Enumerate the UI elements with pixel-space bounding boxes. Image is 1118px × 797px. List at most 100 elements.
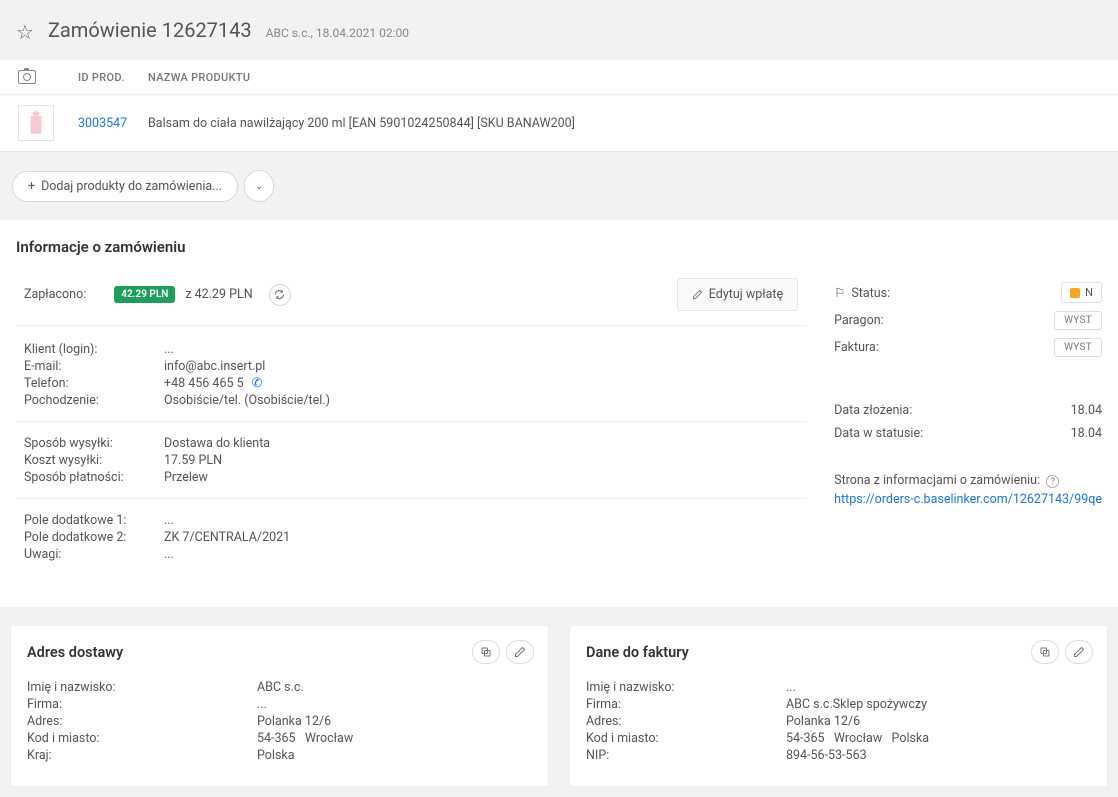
origin-label: Pochodzenie: [24,393,164,408]
notes-label: Uwagi: [24,547,164,562]
payment-method-label: Sposób płatności: [24,470,164,485]
da-company-label: Firma: [27,697,257,712]
date-status-value: 18.04 [1071,426,1102,441]
edit-payment-button[interactable]: Edytuj wpłatę [677,278,798,311]
edit-button[interactable] [506,640,534,664]
help-icon[interactable]: ? [1046,475,1059,488]
da-address-label: Adres: [27,714,257,729]
paid-total: z 42.29 PLN [185,287,252,302]
paid-label: Zapłacono: [24,287,86,302]
da-zipcity-value: 54-365 Wrocław [257,731,353,746]
iv-nip-label: NIP: [586,748,786,763]
da-company-value: ... [257,697,267,712]
refresh-icon [274,289,285,300]
extra1-value: ... [164,513,798,528]
email-value: info@abc.insert.pl [164,359,798,374]
product-name: Balsam do ciała nawilżający 200 ml [EAN … [148,116,1100,131]
invoice-issue-button[interactable]: WYST [1054,338,1102,357]
product-thumb[interactable] [18,105,54,141]
delivery-card-title: Adres dostawy [27,644,532,661]
copy-button[interactable] [472,640,500,664]
phone-label: Telefon: [24,376,164,391]
iv-nip-value: 894-56-53-563 [786,748,867,763]
iv-zipcity-label: Kod i miasto: [586,731,786,746]
client-info-block: Klient (login):... E-mail:info@abc.inser… [16,336,806,422]
info-page-link[interactable]: https://orders-c.baselinker.com/12627143… [834,492,1102,507]
info-page-label: Strona z informacjami o zamówieniu: [834,473,1040,488]
extra2-value: ZK 7/CENTRALA/2021 [164,530,798,545]
origin-value: Osobiście/tel. (Osobiście/tel.) [164,393,798,408]
status-badge[interactable]: N [1061,282,1102,303]
add-products-button[interactable]: + Dodaj produkty do zamówienia... [12,171,238,202]
invoice-card-title: Dane do faktury [586,644,1091,661]
copy-icon [1039,646,1051,658]
invoice-data-card: Dane do faktury Imię i nazwisko:... Firm… [569,625,1108,787]
col-header-id: ID PROD. [78,71,148,84]
pencil-icon [514,646,526,658]
iv-address-value: Polanka 12/6 [786,714,860,729]
section-title-order-info: Informacje o zamówieniu [16,238,1102,256]
order-info-section: Informacje o zamówieniu Zapłacono: 42.29… [0,220,1118,607]
da-country-label: Kraj: [27,748,257,763]
page-header: ☆ Zamówienie 12627143 ABC s.c., 18.04.20… [0,0,1118,60]
product-row: 3003547 Balsam do ciała nawilżający 200 … [0,95,1118,151]
notes-value: ... [164,547,798,562]
shipping-cost-label: Koszt wysyłki: [24,453,164,468]
camera-icon [18,70,36,84]
receipt-issue-button[interactable]: WYST [1054,311,1102,330]
copy-button[interactable] [1031,640,1059,664]
receipt-label: Paragon: [834,313,1054,328]
shipping-method-label: Sposób wysyłki: [24,436,164,451]
address-cards: Adres dostawy Imię i nazwisko:ABC s.c. F… [0,607,1118,797]
status-dot-icon [1070,288,1080,298]
chevron-down-icon: ⌄ [255,181,263,192]
client-login-value: ... [164,342,798,357]
paid-badge: 42.29 PLN [114,286,175,303]
flag-icon: ⚐ [834,286,845,301]
shipping-cost-value: 17.59 PLN [164,453,798,468]
phone-icon[interactable]: ✆ [252,376,263,391]
invoice-label: Faktura: [834,340,1054,355]
product-header-row: ID PROD. NAZWA PRODUKTU [0,60,1118,95]
iv-company-label: Firma: [586,697,786,712]
iv-name-value: ... [786,680,796,695]
extra1-label: Pole dodatkowe 1: [24,513,164,528]
date-status-label: Data w statusie: [834,426,1070,441]
da-name-label: Imię i nazwisko: [27,680,257,695]
star-icon[interactable]: ☆ [16,20,34,44]
actions-row: + Dodaj produkty do zamówienia... ⌄ [0,152,1118,220]
paid-row: Zapłacono: 42.29 PLN z 42.29 PLN Edytuj … [16,278,806,326]
pencil-icon [1073,646,1085,658]
iv-address-label: Adres: [586,714,786,729]
edit-payment-label: Edytuj wpłatę [709,287,783,302]
client-login-label: Klient (login): [24,342,164,357]
col-header-name: NAZWA PRODUKTU [148,71,1100,84]
page-subtitle: ABC s.c., 18.04.2021 02:00 [266,26,409,40]
extra-info-block: Pole dodatkowe 1:... Pole dodatkowe 2:ZK… [16,507,806,575]
da-zipcity-label: Kod i miasto: [27,731,257,746]
add-products-dropdown[interactable]: ⌄ [244,170,274,202]
delivery-address-card: Adres dostawy Imię i nazwisko:ABC s.c. F… [10,625,549,787]
iv-company-value: ABC s.c.Sklep spożywczy [786,697,927,712]
da-address-value: Polanka 12/6 [257,714,331,729]
copy-icon [480,646,492,658]
product-table: ID PROD. NAZWA PRODUKTU 3003547 Balsam d… [0,60,1118,152]
order-info-left: Zapłacono: 42.29 PLN z 42.29 PLN Edytuj … [16,278,806,583]
status-label: ⚐Status: [834,285,1061,301]
iv-zipcity-value: 54-365 Wrocław Polska [786,731,929,746]
page-title: Zamówienie 12627143 [48,18,252,42]
iv-name-label: Imię i nazwisko: [586,680,786,695]
shipping-method-value: Dostawa do klienta [164,436,798,451]
date-created-value: 18.04 [1071,403,1102,418]
order-info-right: ⚐Status: N Paragon: WYST Faktura: WYST D… [834,278,1102,583]
shipping-info-block: Sposób wysyłki:Dostawa do klienta Koszt … [16,430,806,499]
extra2-label: Pole dodatkowe 2: [24,530,164,545]
da-name-value: ABC s.c. [257,680,304,695]
product-id-link[interactable]: 3003547 [78,116,148,131]
date-created-label: Data złożenia: [834,403,1070,418]
phone-value: +48 456 465 5✆ [164,376,798,391]
da-country-value: Polska [257,748,295,763]
refresh-button[interactable] [269,284,291,306]
edit-button[interactable] [1065,640,1093,664]
add-products-label: Dodaj produkty do zamówienia... [41,179,222,194]
